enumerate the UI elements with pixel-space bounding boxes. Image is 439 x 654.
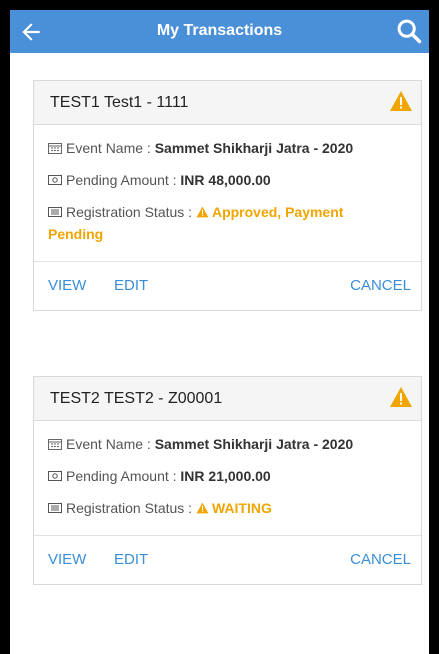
edit-button[interactable]: EDIT xyxy=(114,551,148,568)
page-title: My Transactions xyxy=(156,22,283,39)
event-name-value: Sammet Shikharji Jatra - 2020 xyxy=(154,140,354,156)
list-icon xyxy=(48,207,62,217)
warning-icon xyxy=(196,502,209,514)
edit-button[interactable]: EDIT xyxy=(114,277,148,294)
calendar-icon xyxy=(48,439,62,450)
card-body: Event Name : Sammet Shikharji Jatra - 20… xyxy=(34,125,421,262)
registration-status-value-cont: Pending xyxy=(48,226,104,242)
card-header: TEST1 Test1 - 1111 xyxy=(34,81,421,125)
app-header: My Transactions xyxy=(10,10,429,53)
calendar-icon xyxy=(48,143,62,154)
money-icon xyxy=(48,471,62,481)
registration-status-row: Registration Status : Approved, Payment P… xyxy=(48,201,407,245)
card-title: TEST2 TEST2 - Z00001 xyxy=(50,390,223,407)
list-icon xyxy=(48,503,62,513)
card-title: TEST1 Test1 - 1111 xyxy=(50,94,189,111)
pending-amount-label: Pending Amount : xyxy=(66,172,181,188)
view-button[interactable]: VIEW xyxy=(48,277,86,294)
pending-amount-value: INR 21,000.00 xyxy=(180,468,271,484)
warning-icon xyxy=(390,91,412,111)
money-icon xyxy=(48,175,62,185)
card-actions: VIEW EDIT CANCEL xyxy=(34,262,421,310)
warning-icon xyxy=(390,387,412,407)
registration-status-label: Registration Status : xyxy=(66,500,196,516)
card-header: TEST2 TEST2 - Z00001 xyxy=(34,377,421,421)
card-body: Event Name : Sammet Shikharji Jatra - 20… xyxy=(34,421,421,536)
event-name-value: Sammet Shikharji Jatra - 2020 xyxy=(154,436,354,452)
pending-amount-row: Pending Amount : INR 48,000.00 xyxy=(48,169,407,191)
event-name-row: Event Name : Sammet Shikharji Jatra - 20… xyxy=(48,433,407,455)
warning-icon xyxy=(196,206,209,218)
event-name-label: Event Name : xyxy=(66,140,155,156)
event-name-row: Event Name : Sammet Shikharji Jatra - 20… xyxy=(48,137,407,159)
app-screen: My Transactions TEST1 Test1 - 1111 Event… xyxy=(10,10,429,654)
search-icon[interactable] xyxy=(395,17,423,45)
cancel-button[interactable]: CANCEL xyxy=(350,551,411,568)
view-button[interactable]: VIEW xyxy=(48,551,86,568)
registration-status-value: WAITING xyxy=(211,500,272,516)
pending-amount-label: Pending Amount : xyxy=(66,468,181,484)
transaction-card: TEST1 Test1 - 1111 Event Name : Sammet S… xyxy=(33,80,422,311)
card-actions: VIEW EDIT CANCEL xyxy=(34,536,421,584)
pending-amount-row: Pending Amount : INR 21,000.00 xyxy=(48,465,407,487)
registration-status-value: Approved, Payment xyxy=(211,204,344,220)
pending-amount-value: INR 48,000.00 xyxy=(180,172,271,188)
transaction-card: TEST2 TEST2 - Z00001 Event Name : Sammet… xyxy=(33,376,422,585)
cancel-button[interactable]: CANCEL xyxy=(350,277,411,294)
registration-status-row: Registration Status : WAITING xyxy=(48,497,407,519)
registration-status-label: Registration Status : xyxy=(66,204,196,220)
event-name-label: Event Name : xyxy=(66,436,155,452)
